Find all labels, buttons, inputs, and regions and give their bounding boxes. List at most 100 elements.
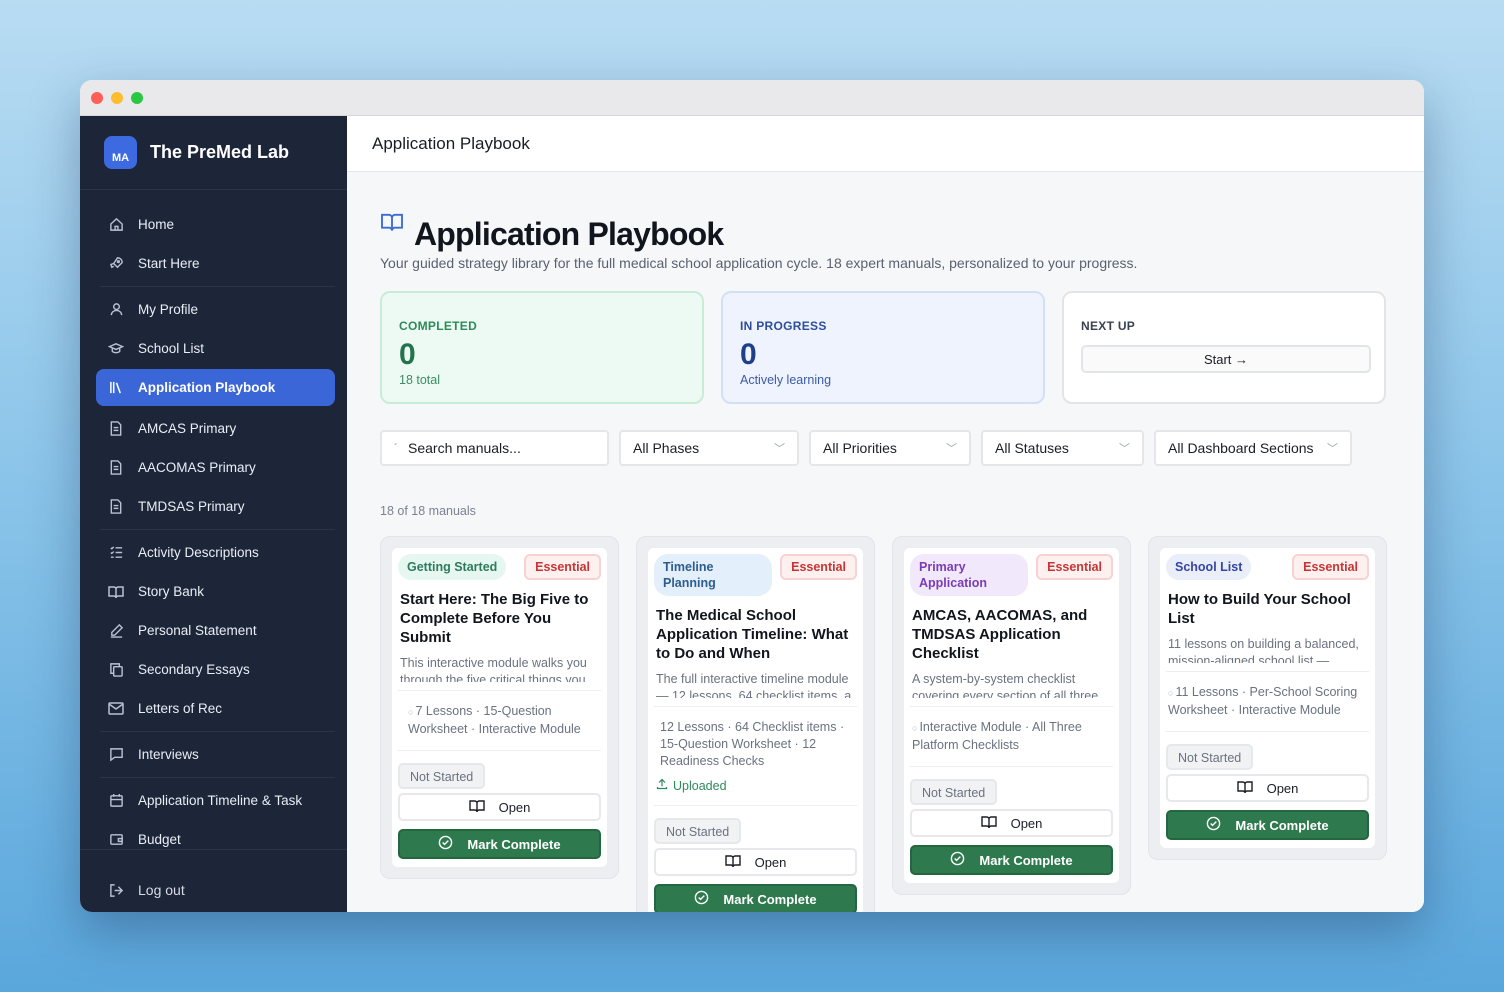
card-meta-text: 7 Lessons · 15-Question Worksheet · Inte… (408, 704, 581, 736)
chevron-down-icon: ﹀ (946, 443, 957, 455)
sidebar-item-label: Application Timeline & Task (138, 793, 303, 808)
search-icon: ´ (394, 441, 398, 455)
sidebar-item-my-profile[interactable]: My Profile (96, 291, 335, 328)
sidebar-footer-divider (80, 849, 347, 850)
page-subtitle: Your guided strategy library for the ful… (380, 255, 1138, 271)
phase-select[interactable]: All Phases ﹀ (619, 430, 799, 466)
sidebar-item-amcas-primary[interactable]: AMCAS Primary (96, 410, 335, 447)
logout-button[interactable]: Log out (108, 882, 185, 898)
close-window-button[interactable] (91, 91, 103, 104)
sidebar-item-application-timeline[interactable]: Application Timeline & Task (96, 782, 335, 819)
mark-complete-button[interactable]: Mark Complete (910, 845, 1113, 875)
card-description: The full interactive timeline module — 1… (656, 672, 852, 698)
stat-note: 18 total (399, 373, 441, 387)
section-select[interactable]: All Dashboard Sections ﹀ (1154, 430, 1352, 466)
book-open-icon (1236, 780, 1253, 797)
select-value: All Phases (633, 440, 700, 456)
open-label: Open (1266, 780, 1299, 796)
card-meta: ○ 11 Lessons · Per-School Scoring Workshe… (1166, 680, 1369, 723)
minimize-window-button[interactable] (111, 91, 123, 104)
mail-icon (108, 701, 124, 717)
priority-select[interactable]: All Priorities ﹀ (809, 430, 971, 466)
status-select[interactable]: All Statuses ﹀ (981, 430, 1144, 466)
results-count: 18 of 18 manuals (380, 504, 476, 518)
maximize-window-button[interactable] (131, 91, 143, 104)
sidebar-item-secondary-essays[interactable]: Secondary Essays (96, 651, 335, 688)
chevron-down-icon: ﹀ (774, 443, 785, 455)
card-divider (910, 766, 1113, 767)
sidebar-item-story-bank[interactable]: Story Bank (96, 573, 335, 610)
sidebar-item-letters-of-rec[interactable]: Letters of Rec (96, 690, 335, 727)
mark-complete-button[interactable]: Mark Complete (654, 884, 857, 912)
sidebar-item-label: My Profile (138, 302, 199, 317)
phase-tag: Primary Application (910, 554, 1028, 596)
sidebar-item-activity-descriptions[interactable]: Activity Descriptions (96, 534, 335, 571)
phase-tag: School List (1166, 554, 1252, 580)
sidebar-item-label: Story Bank (138, 584, 205, 599)
priority-badge: Essential (780, 554, 857, 580)
sidebar-item-school-list[interactable]: School List (96, 330, 335, 367)
nav-divider (100, 529, 335, 530)
sidebar-item-home[interactable]: Home (96, 206, 335, 243)
main-content: Application Playbook Application Playboo… (347, 116, 1424, 912)
phase-tag: Timeline Planning (654, 554, 772, 596)
card-description: A system-by-system checklist covering ev… (912, 672, 1099, 698)
open-button[interactable]: Open (910, 809, 1113, 837)
uploaded-label: Uploaded (673, 778, 727, 793)
brand-name: The PreMed Lab (150, 142, 290, 162)
card-title: AMCAS, AACOMAS, and TMDSAS Application C… (912, 607, 1088, 662)
sidebar-item-application-playbook[interactable]: Application Playbook (96, 369, 335, 406)
mark-complete-label: Mark Complete (1235, 817, 1329, 833)
stat-label: NEXT UP (1081, 319, 1136, 333)
page-header: Application Playbook (380, 212, 1391, 253)
bullet-icon: ○ (912, 723, 918, 733)
manual-card[interactable]: Primary Application Essential AMCAS, AAC… (892, 536, 1131, 895)
priority-badge: Essential (1292, 554, 1369, 580)
card-title: Start Here: The Big Five to Complete Bef… (400, 591, 589, 646)
card-description: This interactive module walks you throug… (400, 656, 587, 682)
manual-card[interactable]: Timeline Planning Essential The Medical … (636, 536, 875, 912)
nav-divider (100, 731, 335, 732)
sidebar-item-personal-statement[interactable]: Personal Statement (96, 612, 335, 649)
message-icon (108, 747, 124, 763)
chevron-down-icon: ﹀ (1119, 443, 1130, 455)
card-divider (910, 706, 1113, 707)
sidebar-item-label: AACOMAS Primary (138, 460, 256, 475)
manual-card[interactable]: School List Essential How to Build Your … (1148, 536, 1387, 860)
sidebar-item-budget[interactable]: Budget (96, 821, 335, 858)
completed-stat-card: COMPLETED 0 18 total (380, 291, 704, 404)
document-icon (108, 460, 124, 476)
sidebar-item-interviews[interactable]: Interviews (96, 736, 335, 773)
mark-complete-button[interactable]: Mark Complete (1166, 810, 1369, 840)
stat-note: Actively learning (740, 373, 832, 387)
stats-row: COMPLETED 0 18 total IN PROGRESS 0 Activ… (380, 291, 1391, 404)
check-circle-icon (1206, 816, 1221, 834)
search-placeholder: Search manuals... (408, 440, 521, 456)
sidebar-item-aacomas-primary[interactable]: AACOMAS Primary (96, 449, 335, 486)
mark-complete-label: Mark Complete (467, 836, 561, 852)
sidebar-item-label: Letters of Rec (138, 701, 223, 716)
open-label: Open (754, 854, 787, 870)
sidebar-item-tmdsas-primary[interactable]: TMDSAS Primary (96, 488, 335, 525)
priority-badge: Essential (524, 554, 601, 580)
bullet-icon: ○ (1168, 688, 1174, 698)
book-open-icon (980, 815, 997, 832)
bullet-icon: ○ (408, 707, 414, 717)
app-window: MA The PreMed Lab Home Start Here My Pro… (80, 80, 1424, 912)
rocket-icon (108, 256, 124, 272)
status-badge: Not Started (654, 818, 742, 844)
manual-card[interactable]: Getting Started Essential Start Here: Th… (380, 536, 619, 879)
open-label: Open (498, 799, 531, 815)
brand[interactable]: MA The PreMed Lab (80, 116, 347, 190)
book-open-icon (108, 584, 124, 600)
stat-value: 0 (399, 338, 416, 371)
document-icon (108, 499, 124, 515)
start-button[interactable]: Start → (1081, 345, 1371, 373)
search-input[interactable]: ´ Search manuals... (380, 430, 609, 466)
open-button[interactable]: Open (398, 793, 601, 821)
status-badge: Not Started (1166, 744, 1254, 770)
mark-complete-button[interactable]: Mark Complete (398, 829, 601, 859)
open-button[interactable]: Open (1166, 774, 1369, 802)
sidebar-item-start-here[interactable]: Start Here (96, 245, 335, 282)
open-button[interactable]: Open (654, 848, 857, 876)
